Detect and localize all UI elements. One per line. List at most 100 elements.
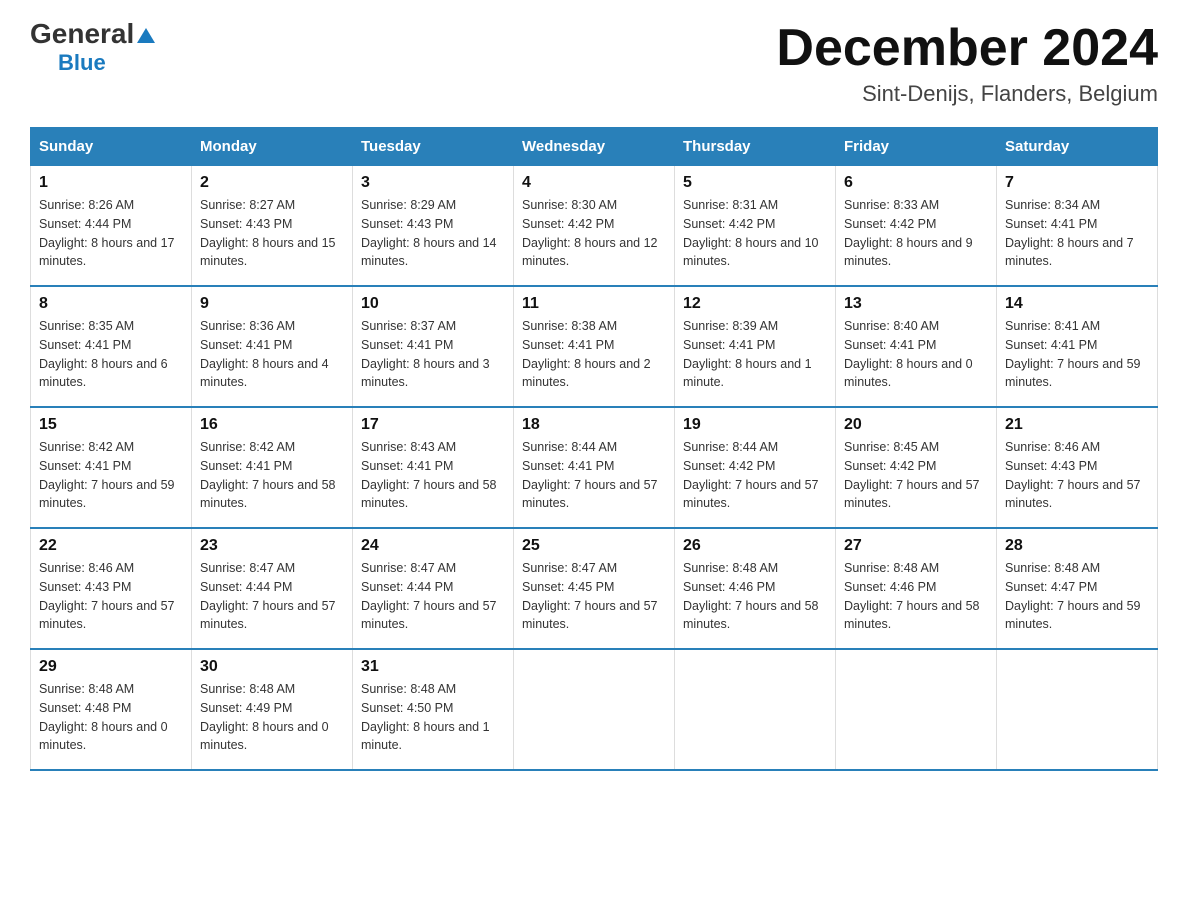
day-of-week-header: Thursday [675,128,836,166]
day-info: Sunrise: 8:44 AMSunset: 4:41 PMDaylight:… [522,438,666,513]
day-number: 26 [683,537,827,555]
calendar-table: SundayMondayTuesdayWednesdayThursdayFrid… [30,127,1158,771]
calendar-day-cell: 1 Sunrise: 8:26 AMSunset: 4:44 PMDaylight… [31,166,192,287]
calendar-day-cell: 12 Sunrise: 8:39 AMSunset: 4:41 PMDayligh… [675,286,836,407]
month-title: December 2024 [776,20,1158,77]
day-info: Sunrise: 8:45 AMSunset: 4:42 PMDaylight:… [844,438,988,513]
day-info: Sunrise: 8:44 AMSunset: 4:42 PMDaylight:… [683,438,827,513]
calendar-day-cell: 28Sunrise: 8:48 AMSunset: 4:47 PMDayligh… [997,528,1158,649]
calendar-week-row: 22Sunrise: 8:46 AMSunset: 4:43 PMDayligh… [31,528,1158,649]
calendar-day-cell: 21Sunrise: 8:46 AMSunset: 4:43 PMDayligh… [997,407,1158,528]
day-info: Sunrise: 8:47 AMSunset: 4:45 PMDaylight:… [522,559,666,634]
day-info: Sunrise: 8:34 AMSunset: 4:41 PMDaylight:… [1005,196,1149,271]
calendar-day-cell [836,649,997,770]
calendar-day-cell: 3Sunrise: 8:29 AMSunset: 4:43 PMDaylight… [353,166,514,287]
day-number: 25 [522,537,666,555]
day-number: 14 [1005,295,1149,313]
calendar-day-cell: 26 Sunrise: 8:48 AMSunset: 4:46 PMDayligh… [675,528,836,649]
calendar-day-cell: 5Sunrise: 8:31 AMSunset: 4:42 PMDaylight… [675,166,836,287]
day-number: 1 [39,174,183,192]
calendar-day-cell: 30 Sunrise: 8:48 AMSunset: 4:49 PMDayligh… [192,649,353,770]
day-number: 31 [361,658,505,676]
calendar-day-cell: 17 Sunrise: 8:43 AMSunset: 4:41 PMDayligh… [353,407,514,528]
day-of-week-header: Friday [836,128,997,166]
day-number: 7 [1005,174,1149,192]
day-number: 6 [844,174,988,192]
day-info: Sunrise: 8:46 AMSunset: 4:43 PMDaylight:… [1005,438,1149,513]
day-info: Sunrise: 8:47 AMSunset: 4:44 PMDaylight:… [361,559,505,634]
calendar-day-cell: 14 Sunrise: 8:41 AMSunset: 4:41 PMDayligh… [997,286,1158,407]
day-number: 22 [39,537,183,555]
day-number: 10 [361,295,505,313]
day-of-week-header: Saturday [997,128,1158,166]
calendar-day-cell: 2 Sunrise: 8:27 AMSunset: 4:43 PMDaylight… [192,166,353,287]
calendar-week-row: 15 Sunrise: 8:42 AMSunset: 4:41 PMDayligh… [31,407,1158,528]
day-number: 19 [683,416,827,434]
day-number: 8 [39,295,183,313]
title-block: December 2024 Sint-Denijs, Flanders, Bel… [776,20,1158,107]
day-number: 4 [522,174,666,192]
calendar-week-row: 29Sunrise: 8:48 AMSunset: 4:48 PMDayligh… [31,649,1158,770]
day-number: 29 [39,658,183,676]
day-info: Sunrise: 8:43 AMSunset: 4:41 PMDaylight:… [361,438,505,513]
calendar-day-cell: 7 Sunrise: 8:34 AMSunset: 4:41 PMDaylight… [997,166,1158,287]
day-info: Sunrise: 8:48 AMSunset: 4:49 PMDaylight:… [200,680,344,755]
day-info: Sunrise: 8:47 AMSunset: 4:44 PMDaylight:… [200,559,344,634]
calendar-day-cell: 6 Sunrise: 8:33 AMSunset: 4:42 PMDaylight… [836,166,997,287]
calendar-day-cell: 19 Sunrise: 8:44 AMSunset: 4:42 PMDayligh… [675,407,836,528]
calendar-day-cell: 24 Sunrise: 8:47 AMSunset: 4:44 PMDayligh… [353,528,514,649]
day-info: Sunrise: 8:37 AMSunset: 4:41 PMDaylight:… [361,317,505,392]
page-header: General Blue December 2024 Sint-Denijs, … [30,20,1158,107]
day-number: 3 [361,174,505,192]
day-number: 13 [844,295,988,313]
day-number: 2 [200,174,344,192]
day-of-week-header: Sunday [31,128,192,166]
calendar-day-cell: 10 Sunrise: 8:37 AMSunset: 4:41 PMDayligh… [353,286,514,407]
day-number: 18 [522,416,666,434]
day-info: Sunrise: 8:42 AMSunset: 4:41 PMDaylight:… [39,438,183,513]
day-number: 20 [844,416,988,434]
day-number: 15 [39,416,183,434]
day-info: Sunrise: 8:30 AMSunset: 4:42 PMDaylight:… [522,196,666,271]
calendar-day-cell: 16Sunrise: 8:42 AMSunset: 4:41 PMDayligh… [192,407,353,528]
day-number: 5 [683,174,827,192]
day-info: Sunrise: 8:42 AMSunset: 4:41 PMDaylight:… [200,438,344,513]
day-info: Sunrise: 8:40 AMSunset: 4:41 PMDaylight:… [844,317,988,392]
day-info: Sunrise: 8:26 AMSunset: 4:44 PMDaylight:… [39,196,183,271]
calendar-day-cell [997,649,1158,770]
day-info: Sunrise: 8:39 AMSunset: 4:41 PMDaylight:… [683,317,827,392]
calendar-day-cell: 31Sunrise: 8:48 AMSunset: 4:50 PMDayligh… [353,649,514,770]
day-number: 12 [683,295,827,313]
day-info: Sunrise: 8:35 AMSunset: 4:41 PMDaylight:… [39,317,183,392]
calendar-day-cell: 23 Sunrise: 8:47 AMSunset: 4:44 PMDayligh… [192,528,353,649]
day-number: 30 [200,658,344,676]
day-info: Sunrise: 8:36 AMSunset: 4:41 PMDaylight:… [200,317,344,392]
calendar-day-cell: 11 Sunrise: 8:38 AMSunset: 4:41 PMDayligh… [514,286,675,407]
calendar-day-cell: 8 Sunrise: 8:35 AMSunset: 4:41 PMDaylight… [31,286,192,407]
calendar-day-cell: 22Sunrise: 8:46 AMSunset: 4:43 PMDayligh… [31,528,192,649]
day-number: 27 [844,537,988,555]
logo: General Blue [30,20,155,76]
calendar-day-cell: 20 Sunrise: 8:45 AMSunset: 4:42 PMDayligh… [836,407,997,528]
day-info: Sunrise: 8:41 AMSunset: 4:41 PMDaylight:… [1005,317,1149,392]
day-number: 28 [1005,537,1149,555]
logo-general: General [30,20,155,48]
day-number: 23 [200,537,344,555]
day-number: 17 [361,416,505,434]
calendar-day-cell [514,649,675,770]
calendar-day-cell [675,649,836,770]
calendar-day-cell: 29Sunrise: 8:48 AMSunset: 4:48 PMDayligh… [31,649,192,770]
day-info: Sunrise: 8:27 AMSunset: 4:43 PMDaylight:… [200,196,344,271]
location-text: Sint-Denijs, Flanders, Belgium [776,81,1158,107]
day-info: Sunrise: 8:48 AMSunset: 4:46 PMDaylight:… [683,559,827,634]
day-number: 9 [200,295,344,313]
day-number: 24 [361,537,505,555]
day-number: 11 [522,295,666,313]
calendar-day-cell: 27Sunrise: 8:48 AMSunset: 4:46 PMDayligh… [836,528,997,649]
day-info: Sunrise: 8:38 AMSunset: 4:41 PMDaylight:… [522,317,666,392]
day-info: Sunrise: 8:33 AMSunset: 4:42 PMDaylight:… [844,196,988,271]
calendar-day-cell: 18 Sunrise: 8:44 AMSunset: 4:41 PMDayligh… [514,407,675,528]
calendar-week-row: 1 Sunrise: 8:26 AMSunset: 4:44 PMDaylight… [31,166,1158,287]
calendar-week-row: 8 Sunrise: 8:35 AMSunset: 4:41 PMDaylight… [31,286,1158,407]
calendar-day-cell: 13 Sunrise: 8:40 AMSunset: 4:41 PMDayligh… [836,286,997,407]
